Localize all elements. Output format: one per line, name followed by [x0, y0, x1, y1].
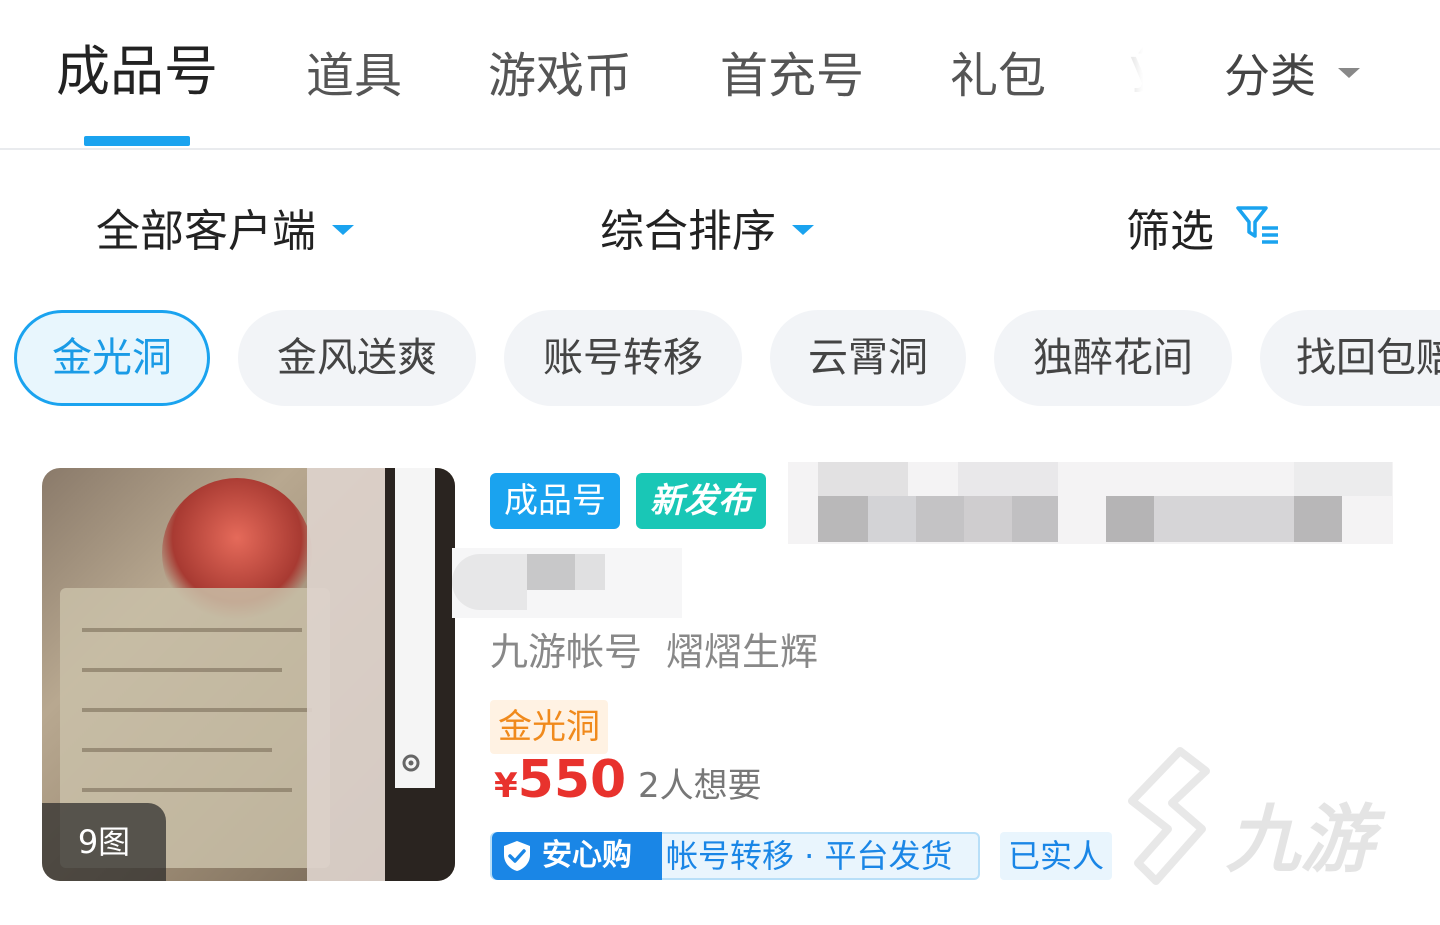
sort-filter-label: 综合排序	[600, 206, 776, 257]
client-filter-label: 全部客户端	[96, 206, 316, 257]
price-value: 550	[517, 750, 627, 810]
image-count-badge: 9图	[42, 803, 166, 881]
filter-icon	[1236, 198, 1280, 262]
chip-jinguangdong[interactable]: 金光洞	[14, 310, 210, 406]
listing-thumbnail[interactable]: 9图	[42, 468, 455, 881]
panel-line	[82, 708, 312, 712]
wanted-count: 2人想要	[638, 766, 762, 806]
screen-filter-label: 筛选	[1126, 206, 1214, 257]
chip-account-transfer[interactable]: 账号转移	[504, 310, 742, 406]
currency-symbol: ¥	[494, 766, 518, 806]
chevron-down-icon	[332, 225, 354, 235]
sort-filter[interactable]: 综合排序	[600, 200, 814, 264]
chevron-down-icon	[1338, 68, 1360, 78]
tab-first-recharge[interactable]: 首充号	[720, 44, 864, 108]
panel-line	[82, 788, 292, 792]
jiuyou-watermark: 九游	[1110, 745, 1374, 889]
tab-finished-account[interactable]: 成品号	[56, 40, 218, 104]
chip-duzuihuajian[interactable]: 独醉花间	[994, 310, 1232, 406]
panel-line	[82, 668, 282, 672]
seller-level: 熠熠生辉	[666, 630, 819, 674]
panel-line	[82, 628, 302, 632]
type-badge: 成品号	[490, 473, 620, 529]
tab-game-currency[interactable]: 游戏币	[488, 44, 632, 108]
server-area-tag: 金光洞	[490, 700, 608, 754]
seller-info: 九游帐号 熠熠生辉	[490, 622, 818, 682]
category-label: 分类	[1224, 49, 1316, 103]
chevron-down-icon	[792, 225, 814, 235]
guarantee-brand-label: 安心购	[542, 838, 632, 873]
chip-recovery-guarantee[interactable]: 找回包赔	[1260, 310, 1440, 406]
gear-icon	[402, 754, 420, 772]
category-button[interactable]: 分类	[1150, 0, 1440, 146]
category-tabs: 成品号 道具 游戏币 首充号 礼包 Ӳ 分类	[0, 0, 1440, 150]
guarantee-badge: 安心购 帐号转移 · 平台发货	[490, 832, 980, 880]
guarantee-brand: 安心购	[492, 832, 662, 880]
tab-items[interactable]: 道具	[306, 44, 402, 108]
price: ¥550	[494, 748, 626, 824]
guarantee-text: 帐号转移 · 平台发货	[666, 837, 953, 875]
new-release-badge: 新发布	[636, 473, 766, 529]
chip-jinfeng[interactable]: 金风送爽	[238, 310, 476, 406]
client-filter[interactable]: 全部客户端	[96, 200, 354, 264]
shield-check-icon	[504, 841, 530, 871]
seller-name: 九游帐号	[490, 630, 643, 674]
panel-line	[82, 748, 272, 752]
screenshot-side-panel	[395, 468, 435, 788]
chip-yunxiaodong[interactable]: 云霄洞	[770, 310, 966, 406]
blurred-subtitle	[452, 548, 682, 618]
screen-filter[interactable]: 筛选	[1126, 200, 1280, 264]
tab-scroll-fade	[1050, 0, 1160, 146]
watermark-text: 九游	[1226, 797, 1374, 883]
tab-gift-pack[interactable]: 礼包	[950, 44, 1046, 108]
jiuyou-logo-icon	[1128, 747, 1210, 885]
verified-badge: 已实人	[1000, 832, 1113, 880]
blurred-title	[788, 462, 1393, 544]
active-tab-indicator	[84, 136, 190, 146]
